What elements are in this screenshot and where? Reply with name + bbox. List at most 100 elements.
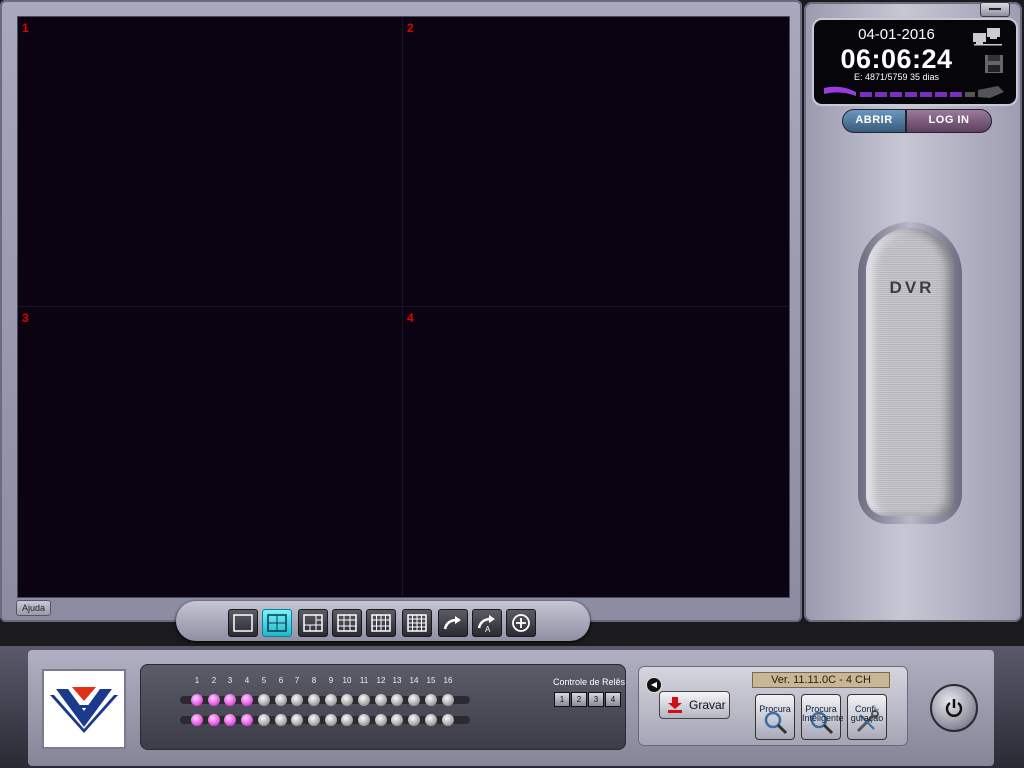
dvr-label: DVR: [889, 278, 935, 297]
camera-led-16: [442, 694, 454, 706]
camera-view-3[interactable]: 3: [18, 307, 402, 597]
six-view-icon: [303, 614, 323, 632]
search-label: Procura: [759, 704, 791, 714]
auto-cycle-button[interactable]: A: [472, 609, 502, 637]
relay-button-4[interactable]: 4: [605, 692, 621, 707]
open-button[interactable]: ABRIR: [842, 109, 906, 133]
collapse-arrow-button[interactable]: ◀: [646, 677, 662, 693]
twelve-view-button[interactable]: [366, 609, 396, 637]
dvr-lever[interactable]: [866, 228, 954, 516]
auto-cycle-icon: A: [477, 615, 495, 633]
led-number: 8: [311, 676, 317, 685]
channel-number: 1: [22, 21, 29, 35]
six-view-button[interactable]: [298, 609, 328, 637]
camera-led-16: [442, 714, 454, 726]
record-label: Gravar: [689, 698, 726, 712]
relay-button-3[interactable]: 3: [588, 692, 604, 707]
camera-led-2: [208, 714, 220, 726]
current-date: 04-01-2016: [858, 26, 935, 43]
led-number: 16: [443, 676, 453, 685]
relay-button-2[interactable]: 2: [571, 692, 587, 707]
smart-search-label: Procura Inteligente: [802, 704, 844, 723]
disk-usage-info: E: 4871/5759 35 dias: [853, 72, 940, 82]
current-time: 06:06:24: [840, 44, 953, 74]
camera-led-10: [341, 714, 353, 726]
camera-led-3: [224, 714, 236, 726]
camera-led-11: [358, 714, 370, 726]
led-number: 1: [194, 676, 200, 685]
twelve-view-icon: [371, 614, 391, 632]
led-number: 3: [227, 676, 233, 685]
camera-led-15: [425, 714, 437, 726]
camera-led-1: [191, 714, 203, 726]
network-computers-icon: [973, 28, 1002, 46]
nine-view-icon: [337, 614, 357, 632]
led-number: 11: [359, 676, 369, 685]
led-number: 12: [376, 676, 386, 685]
camera-led-7: [291, 714, 303, 726]
status-display: 04-01-2016 06:06:24 E: 4871/5759 35 dias: [812, 18, 1018, 106]
sixteen-view-icon: [407, 614, 427, 632]
relay-control-title: Controle de Relês: [552, 677, 626, 687]
single-view-icon: [233, 614, 253, 632]
camera-led-9: [325, 714, 337, 726]
quad-view-button[interactable]: [262, 609, 292, 637]
single-view-button[interactable]: [228, 609, 258, 637]
camera-led-5: [258, 714, 270, 726]
login-button[interactable]: LOG IN: [906, 109, 992, 133]
camera-led-7: [291, 694, 303, 706]
layout-toolbar: A: [176, 601, 590, 641]
brand-logo: [42, 669, 126, 749]
video-grid[interactable]: 1 2 3 4: [17, 16, 790, 598]
nine-view-button[interactable]: [332, 609, 362, 637]
minimize-icon: [989, 8, 1001, 10]
next-page-button[interactable]: [438, 609, 468, 637]
camera-view-1[interactable]: 1: [18, 17, 402, 306]
search-button[interactable]: Procura: [755, 694, 795, 740]
led-number: 7: [294, 676, 300, 685]
record-arrow-icon: [668, 697, 682, 713]
logo-icon: [50, 687, 118, 733]
curved-arrow-icon: [443, 616, 461, 630]
arrow-left-icon: ◀: [650, 680, 658, 689]
camera-led-14: [408, 714, 420, 726]
camera-led-6: [275, 694, 287, 706]
smart-search-button[interactable]: Procura Inteligente: [801, 694, 844, 740]
camera-led-3: [224, 694, 236, 706]
led-number: 14: [409, 676, 419, 685]
camera-led-4: [241, 694, 253, 706]
camera-led-15: [425, 694, 437, 706]
led-number: 13: [392, 676, 402, 685]
quad-view-icon: [267, 614, 287, 632]
power-icon: [945, 699, 963, 717]
camera-led-12: [375, 714, 387, 726]
led-number: 15: [426, 676, 436, 685]
camera-led-12: [375, 694, 387, 706]
camera-led-14: [408, 694, 420, 706]
camera-led-13: [391, 714, 403, 726]
power-button[interactable]: [930, 684, 978, 732]
camera-led-5: [258, 694, 270, 706]
zoom-plus-icon: [512, 614, 530, 632]
camera-led-8: [308, 714, 320, 726]
channel-number: 4: [407, 311, 414, 325]
camera-led-6: [275, 714, 287, 726]
configuration-button[interactable]: Confi- guração: [847, 694, 887, 740]
help-button[interactable]: Ajuda: [16, 600, 51, 616]
record-button[interactable]: Gravar: [659, 691, 730, 719]
minimize-button[interactable]: [980, 2, 1010, 17]
channel-number: 3: [22, 311, 29, 325]
camera-led-10: [341, 694, 353, 706]
led-number: 10: [342, 676, 352, 685]
camera-view-2[interactable]: 2: [403, 17, 789, 306]
led-number: 5: [261, 676, 267, 685]
led-number: 4: [244, 676, 250, 685]
camera-led-1: [191, 694, 203, 706]
relay-button-1[interactable]: 1: [554, 692, 570, 707]
sixteen-view-button[interactable]: [402, 609, 432, 637]
camera-led-4: [241, 714, 253, 726]
camera-view-4[interactable]: 4: [403, 307, 789, 597]
zoom-button[interactable]: [506, 609, 536, 637]
led-number: 2: [211, 676, 217, 685]
led-number: 9: [328, 676, 334, 685]
